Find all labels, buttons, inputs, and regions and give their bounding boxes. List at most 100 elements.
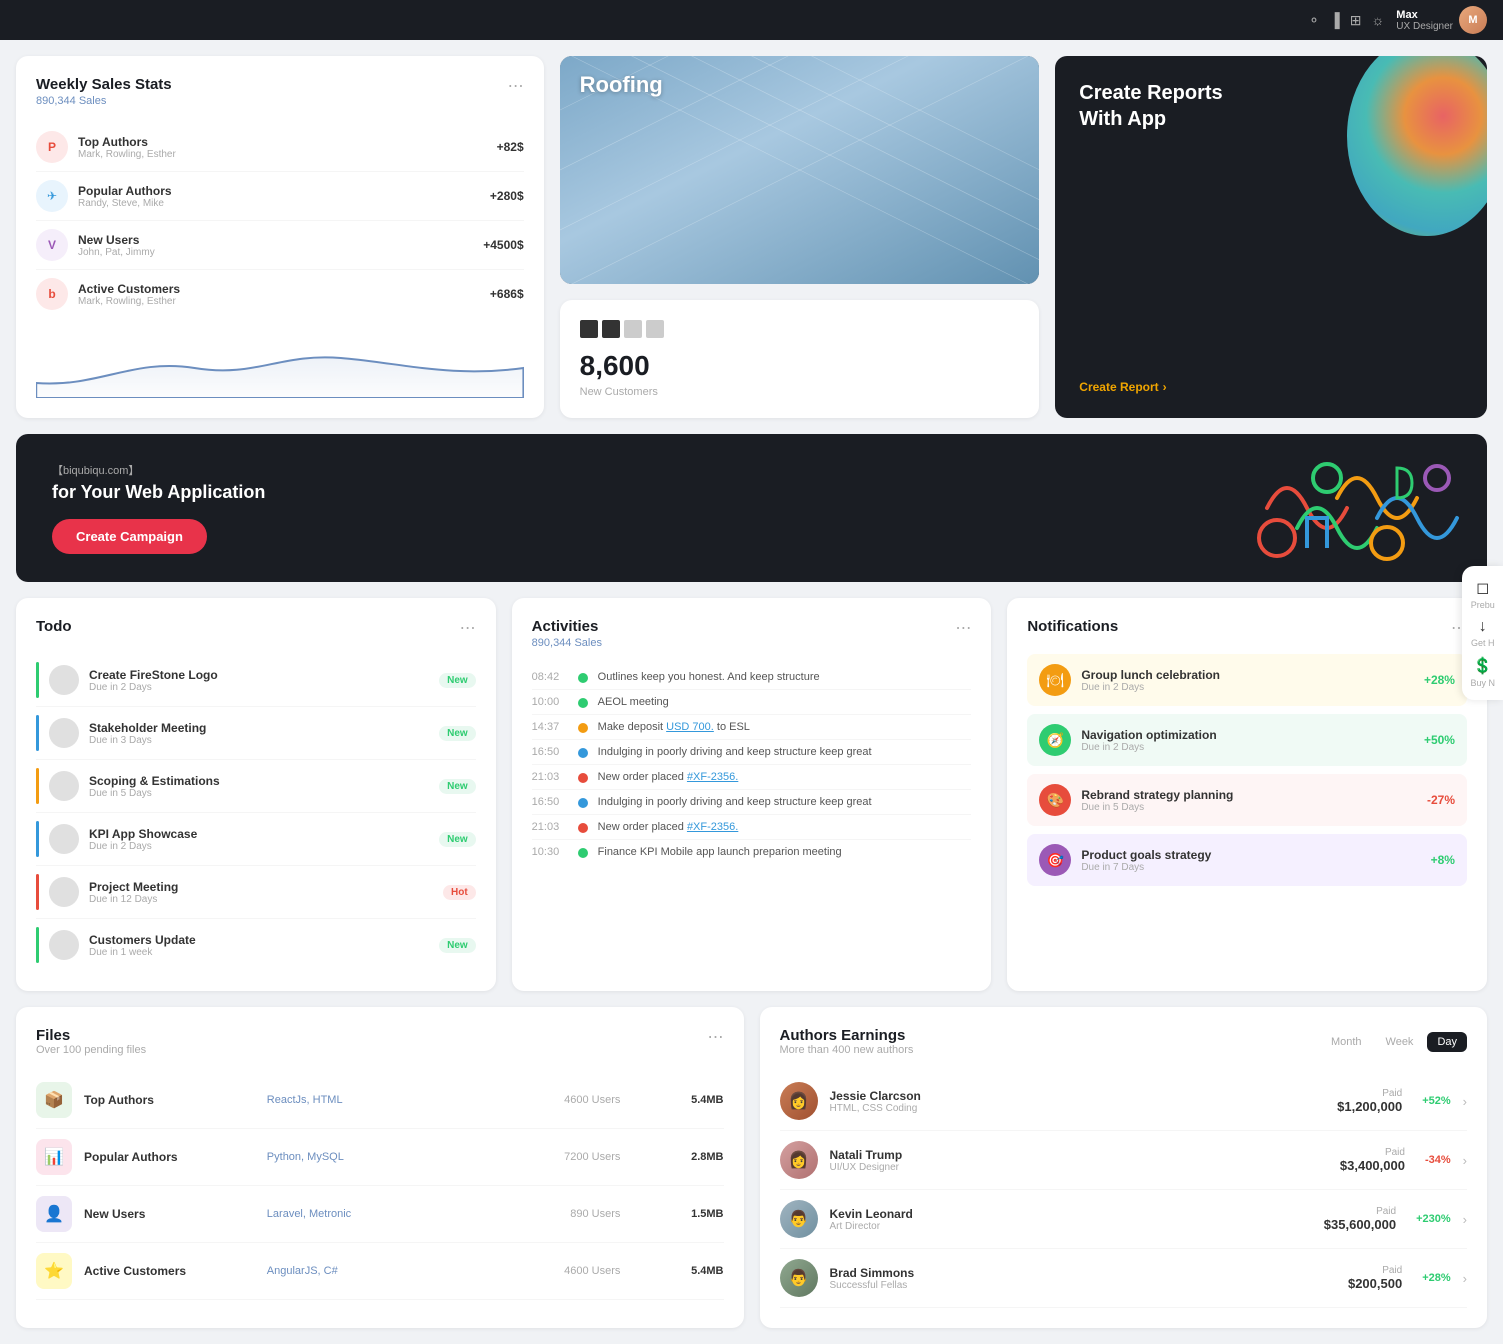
- activity-link[interactable]: #XF-2356.: [687, 771, 738, 783]
- activity-link[interactable]: #XF-2356.: [687, 821, 738, 833]
- notif-icon: 🍽: [1039, 664, 1071, 696]
- options-icon[interactable]: ⋯: [460, 618, 476, 638]
- list-item: 10:30 Finance KPI Mobile app launch prep…: [532, 840, 972, 864]
- wave-chart: [36, 338, 524, 398]
- battery-icon: ▐: [1330, 12, 1340, 28]
- file-name: New Users: [84, 1207, 255, 1221]
- list-item: 👤 New Users Laravel, Metronic 890 Users …: [36, 1186, 724, 1243]
- nc-number: 8,600: [580, 350, 1020, 382]
- create-campaign-button[interactable]: Create Campaign: [52, 519, 207, 554]
- stat-info: Active Customers Mark, Rowling, Esther: [78, 282, 480, 307]
- activity-dot: [578, 748, 588, 758]
- todo-bar: [36, 768, 39, 804]
- ae-header: Authors Earnings More than 400 new autho…: [780, 1027, 1468, 1056]
- file-icon: 📊: [36, 1139, 72, 1175]
- avatar: [49, 930, 79, 960]
- list-item: 08:42 Outlines keep you honest. And keep…: [532, 665, 972, 690]
- list-item: 👩 Natali Trump UI/UX Designer Paid $3,40…: [780, 1131, 1468, 1190]
- file-icon: 👤: [36, 1196, 72, 1232]
- notif-icon: 🎯: [1039, 844, 1071, 876]
- period-day-button[interactable]: Day: [1427, 1032, 1467, 1052]
- options-icon[interactable]: ⋯: [955, 618, 971, 638]
- todo-name: Customers Update: [89, 933, 429, 947]
- author-info: Jessie Clarcson HTML, CSS Coding: [830, 1089, 1326, 1114]
- weekly-sales-subtitle: 890,344 Sales: [36, 95, 172, 107]
- stat-icon-popular-authors: ✈: [36, 180, 68, 212]
- files-subtitle: Over 100 pending files: [36, 1044, 146, 1056]
- chevron-right-icon[interactable]: ›: [1463, 1212, 1467, 1227]
- activities-title-group: Activities 890,344 Sales: [532, 618, 602, 649]
- grid-icon[interactable]: ⊞: [1350, 12, 1362, 29]
- file-users: 7200 Users: [507, 1151, 621, 1163]
- ae-title-group: Authors Earnings More than 400 new autho…: [780, 1027, 914, 1056]
- activities-title: Activities: [532, 618, 602, 635]
- chevron-right-icon[interactable]: ›: [1463, 1153, 1467, 1168]
- activity-dot: [578, 823, 588, 833]
- activity-link[interactable]: USD 700.: [666, 721, 714, 733]
- avatar: [49, 718, 79, 748]
- todo-info: KPI App Showcase Due in 2 Days: [89, 827, 429, 852]
- todo-name: Stakeholder Meeting: [89, 721, 429, 735]
- activity-time: 21:03: [532, 821, 568, 833]
- row4: Files Over 100 pending files ⋯ 📦 Top Aut…: [16, 1007, 1487, 1328]
- notif-due: Due in 2 Days: [1081, 742, 1414, 753]
- paid-label: Paid: [1340, 1147, 1405, 1158]
- notif-name: Group lunch celebration: [1081, 668, 1414, 682]
- period-week-button[interactable]: Week: [1376, 1032, 1424, 1052]
- list-item: 21:03 New order placed #XF-2356.: [532, 815, 972, 840]
- avatar[interactable]: M: [1459, 6, 1487, 34]
- author-change: +230%: [1416, 1213, 1451, 1225]
- sidebar-item-geth[interactable]: ↓ Get H: [1470, 618, 1495, 648]
- list-item: ✈ Popular Authors Randy, Steve, Mike +28…: [36, 172, 524, 221]
- stat-items: P Top Authors Mark, Rowling, Esther +82$…: [36, 123, 524, 318]
- options-icon[interactable]: ⋯: [508, 76, 524, 96]
- file-users: 4600 Users: [507, 1094, 621, 1106]
- period-month-button[interactable]: Month: [1321, 1032, 1372, 1052]
- list-item: 21:03 New order placed #XF-2356.: [532, 765, 972, 790]
- author-role: UI/UX Designer: [830, 1162, 1328, 1173]
- activity-text: AEOL meeting: [598, 696, 972, 708]
- todo-info: Scoping & Estimations Due in 5 Days: [89, 774, 429, 799]
- todo-due: Due in 5 Days: [89, 788, 429, 799]
- card-header: Weekly Sales Stats 890,344 Sales ⋯: [36, 76, 524, 107]
- stat-icon-active-customers: b: [36, 278, 68, 310]
- search-icon[interactable]: ⚬: [1308, 12, 1320, 29]
- ae-title: Authors Earnings: [780, 1027, 914, 1044]
- chevron-right-icon[interactable]: ›: [1463, 1271, 1467, 1286]
- list-item: ⭐ Active Customers AngularJS, C# 4600 Us…: [36, 1243, 724, 1300]
- notif-info: Group lunch celebration Due in 2 Days: [1081, 668, 1414, 693]
- author-name: Jessie Clarcson: [830, 1089, 1326, 1103]
- card-header: Files Over 100 pending files ⋯: [36, 1027, 724, 1056]
- author-items: 👩 Jessie Clarcson HTML, CSS Coding Paid …: [780, 1072, 1468, 1308]
- list-item: 👨 Brad Simmons Successful Fellas Paid $2…: [780, 1249, 1468, 1308]
- sidebar-item-prebu[interactable]: ◻ Prebu: [1470, 578, 1495, 610]
- sidebar-item-buyn[interactable]: 💲 Buy N: [1470, 656, 1495, 688]
- chevron-right-icon[interactable]: ›: [1463, 1094, 1467, 1109]
- notif-icon: 🧭: [1039, 724, 1071, 756]
- download-icon: ↓: [1479, 618, 1487, 636]
- author-change: +52%: [1422, 1095, 1450, 1107]
- todo-bar: [36, 927, 39, 963]
- todo-due: Due in 2 Days: [89, 841, 429, 852]
- create-report-button[interactable]: Create Report ›: [1079, 380, 1463, 394]
- notifications-card: Notifications ⋯ 🍽 Group lunch celebratio…: [1007, 598, 1487, 991]
- stat-sub: Mark, Rowling, Esther: [78, 149, 487, 160]
- activity-time: 10:00: [532, 696, 568, 708]
- todo-info: Create FireStone Logo Due in 2 Days: [89, 668, 429, 693]
- stat-info: Top Authors Mark, Rowling, Esther: [78, 135, 487, 160]
- todo-title: Todo: [36, 618, 72, 635]
- avatar: [49, 824, 79, 854]
- brightness-icon[interactable]: ☼: [1371, 12, 1384, 28]
- notification-items: 🍽 Group lunch celebration Due in 2 Days …: [1027, 654, 1467, 886]
- prebu-icon: ◻: [1476, 578, 1489, 598]
- activity-dot: [578, 723, 588, 733]
- author-change: -34%: [1425, 1154, 1451, 1166]
- author-stats: Paid $3,400,000: [1340, 1147, 1405, 1173]
- list-item: Customers Update Due in 1 week New: [36, 919, 476, 971]
- activity-text: Outlines keep you honest. And keep struc…: [598, 671, 972, 683]
- author-change: +28%: [1422, 1272, 1450, 1284]
- activity-dot: [578, 848, 588, 858]
- options-icon[interactable]: ⋯: [708, 1027, 724, 1047]
- stat-value: +82$: [497, 140, 524, 154]
- file-icon: 📦: [36, 1082, 72, 1118]
